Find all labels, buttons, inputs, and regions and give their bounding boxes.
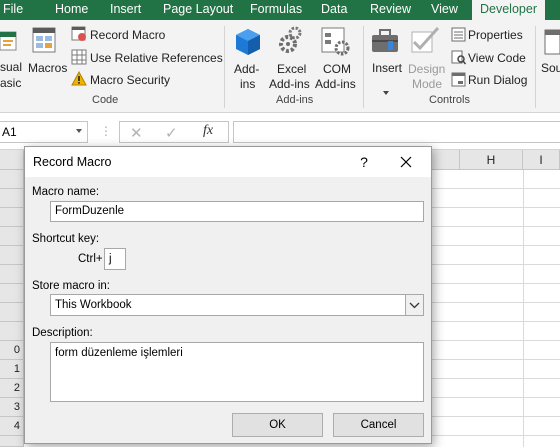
select-all-corner[interactable] xyxy=(0,150,24,170)
tab-developer[interactable]: Developer xyxy=(472,0,545,20)
com-addins-button[interactable]: COM xyxy=(323,62,351,76)
addins-icon[interactable] xyxy=(235,28,261,61)
addins-group-label: Add-ins xyxy=(276,94,314,106)
view-code-icon xyxy=(451,50,467,70)
tab-view[interactable]: View xyxy=(431,0,458,20)
cancel-entry-icon[interactable]: ✕ xyxy=(130,124,143,142)
ribbon-separator xyxy=(224,26,225,108)
macros-icon[interactable] xyxy=(32,26,58,61)
row-header[interactable] xyxy=(0,322,24,341)
confirm-entry-icon[interactable]: ✓ xyxy=(165,124,178,142)
formula-bar-grip-icon: ⋮ xyxy=(100,124,112,138)
tab-home[interactable]: Home xyxy=(55,0,88,20)
shortcut-key-input[interactable]: j xyxy=(104,248,126,270)
warning-icon xyxy=(71,70,87,91)
ok-button[interactable]: OK xyxy=(232,413,323,437)
addins-button[interactable]: Add- xyxy=(234,62,259,76)
row-header[interactable] xyxy=(0,189,24,208)
tab-formulas[interactable]: Formulas xyxy=(250,0,302,20)
formula-buttons: ✕ ✓ fx xyxy=(119,121,229,143)
tab-data[interactable]: Data xyxy=(321,0,347,20)
macro-security-button[interactable]: Macro Security xyxy=(90,73,170,87)
run-dialog-icon xyxy=(451,72,466,92)
record-macro-icon xyxy=(71,26,87,47)
shortcut-key-label: Shortcut key: xyxy=(32,233,100,245)
ribbon-separator xyxy=(363,26,364,108)
description-textarea[interactable]: form düzenleme işlemleri xyxy=(50,342,424,402)
chevron-down-icon[interactable] xyxy=(383,82,389,100)
row-header-12[interactable]: 2 xyxy=(0,379,24,398)
row-header-14[interactable]: 4 xyxy=(0,417,24,436)
com-addins-icon[interactable] xyxy=(321,26,351,61)
design-mode-button[interactable]: Design xyxy=(408,62,445,76)
row-header-11[interactable]: 1 xyxy=(0,360,24,379)
design-mode-icon xyxy=(411,26,441,59)
column-header-h[interactable]: H xyxy=(460,150,523,170)
excel-addins-button[interactable]: Excel xyxy=(277,62,306,76)
close-icon[interactable] xyxy=(394,152,418,172)
ctrl-label: Ctrl+ xyxy=(78,253,103,265)
row-header[interactable] xyxy=(0,170,24,189)
row-header[interactable] xyxy=(0,246,24,265)
insert-controls-button[interactable]: Insert xyxy=(372,61,402,75)
properties-icon xyxy=(451,27,466,47)
design-mode-button-line2[interactable]: Mode xyxy=(412,77,442,91)
ribbon: sual asic Macros Record Macro Use Relati… xyxy=(0,20,560,113)
row-header[interactable] xyxy=(0,436,24,447)
dialog-title: Record Macro xyxy=(33,155,112,169)
tab-file[interactable]: File xyxy=(3,0,23,20)
ribbon-tab-bar: File Home Insert Page Layout Formulas Da… xyxy=(0,0,560,20)
com-addins-button-line2[interactable]: Add-ins xyxy=(315,77,356,91)
formula-input[interactable] xyxy=(233,121,560,143)
record-macro-button[interactable]: Record Macro xyxy=(90,28,165,42)
source-icon[interactable] xyxy=(543,28,560,61)
row-header[interactable] xyxy=(0,265,24,284)
macros-button[interactable]: Macros xyxy=(28,61,67,75)
addins-button-line2[interactable]: ins xyxy=(240,77,255,91)
row-header[interactable] xyxy=(0,208,24,227)
chevron-down-icon xyxy=(409,302,420,309)
macro-name-input[interactable]: FormDuzenle xyxy=(50,201,424,222)
name-box[interactable]: A1 xyxy=(0,121,88,143)
visual-basic-icon[interactable] xyxy=(0,28,20,59)
description-label: Description: xyxy=(32,327,93,339)
relative-references-icon xyxy=(71,49,87,70)
visual-basic-label[interactable]: sual xyxy=(0,60,22,74)
use-relative-references-button[interactable]: Use Relative References xyxy=(90,51,223,65)
store-macro-value: This Workbook xyxy=(55,299,132,311)
tab-page-layout[interactable]: Page Layout xyxy=(163,0,233,20)
excel-addins-button-line2[interactable]: Add-ins xyxy=(269,77,310,91)
store-macro-label: Store macro in: xyxy=(32,280,110,292)
row-header[interactable] xyxy=(0,284,24,303)
properties-button[interactable]: Properties xyxy=(468,28,523,42)
controls-group-label: Controls xyxy=(429,94,470,106)
tab-insert[interactable]: Insert xyxy=(110,0,141,20)
row-header[interactable] xyxy=(0,227,24,246)
dialog-title-bar[interactable]: Record Macro ? xyxy=(25,147,431,177)
help-button[interactable]: ? xyxy=(352,152,376,172)
store-macro-select[interactable]: This Workbook xyxy=(50,294,424,316)
row-header[interactable] xyxy=(0,303,24,322)
formula-bar: A1 ⋮ ✕ ✓ fx xyxy=(0,113,560,150)
row-header-13[interactable]: 3 xyxy=(0,398,24,417)
gridline xyxy=(523,170,524,447)
cancel-button[interactable]: Cancel xyxy=(333,413,424,437)
name-box-dropdown-icon[interactable] xyxy=(76,129,82,133)
view-code-button[interactable]: View Code xyxy=(468,51,526,65)
excel-addins-gear-icon[interactable] xyxy=(279,26,305,61)
column-header-i[interactable]: I xyxy=(523,150,560,170)
insert-function-button[interactable]: fx xyxy=(203,123,213,139)
tab-review[interactable]: Review xyxy=(370,0,411,20)
record-macro-dialog: Record Macro ? Macro name: FormDuzenle S… xyxy=(24,146,432,444)
toolbox-icon[interactable] xyxy=(371,28,401,59)
dropdown-button[interactable] xyxy=(405,295,423,315)
source-button[interactable]: Sou xyxy=(541,61,560,75)
code-group-label: Code xyxy=(92,94,119,106)
row-header-10[interactable]: 0 xyxy=(0,341,24,360)
macro-name-label: Macro name: xyxy=(32,186,100,198)
visual-basic-label-2[interactable]: asic xyxy=(0,76,21,90)
run-dialog-button[interactable]: Run Dialog xyxy=(468,73,527,87)
ribbon-separator xyxy=(535,26,536,108)
